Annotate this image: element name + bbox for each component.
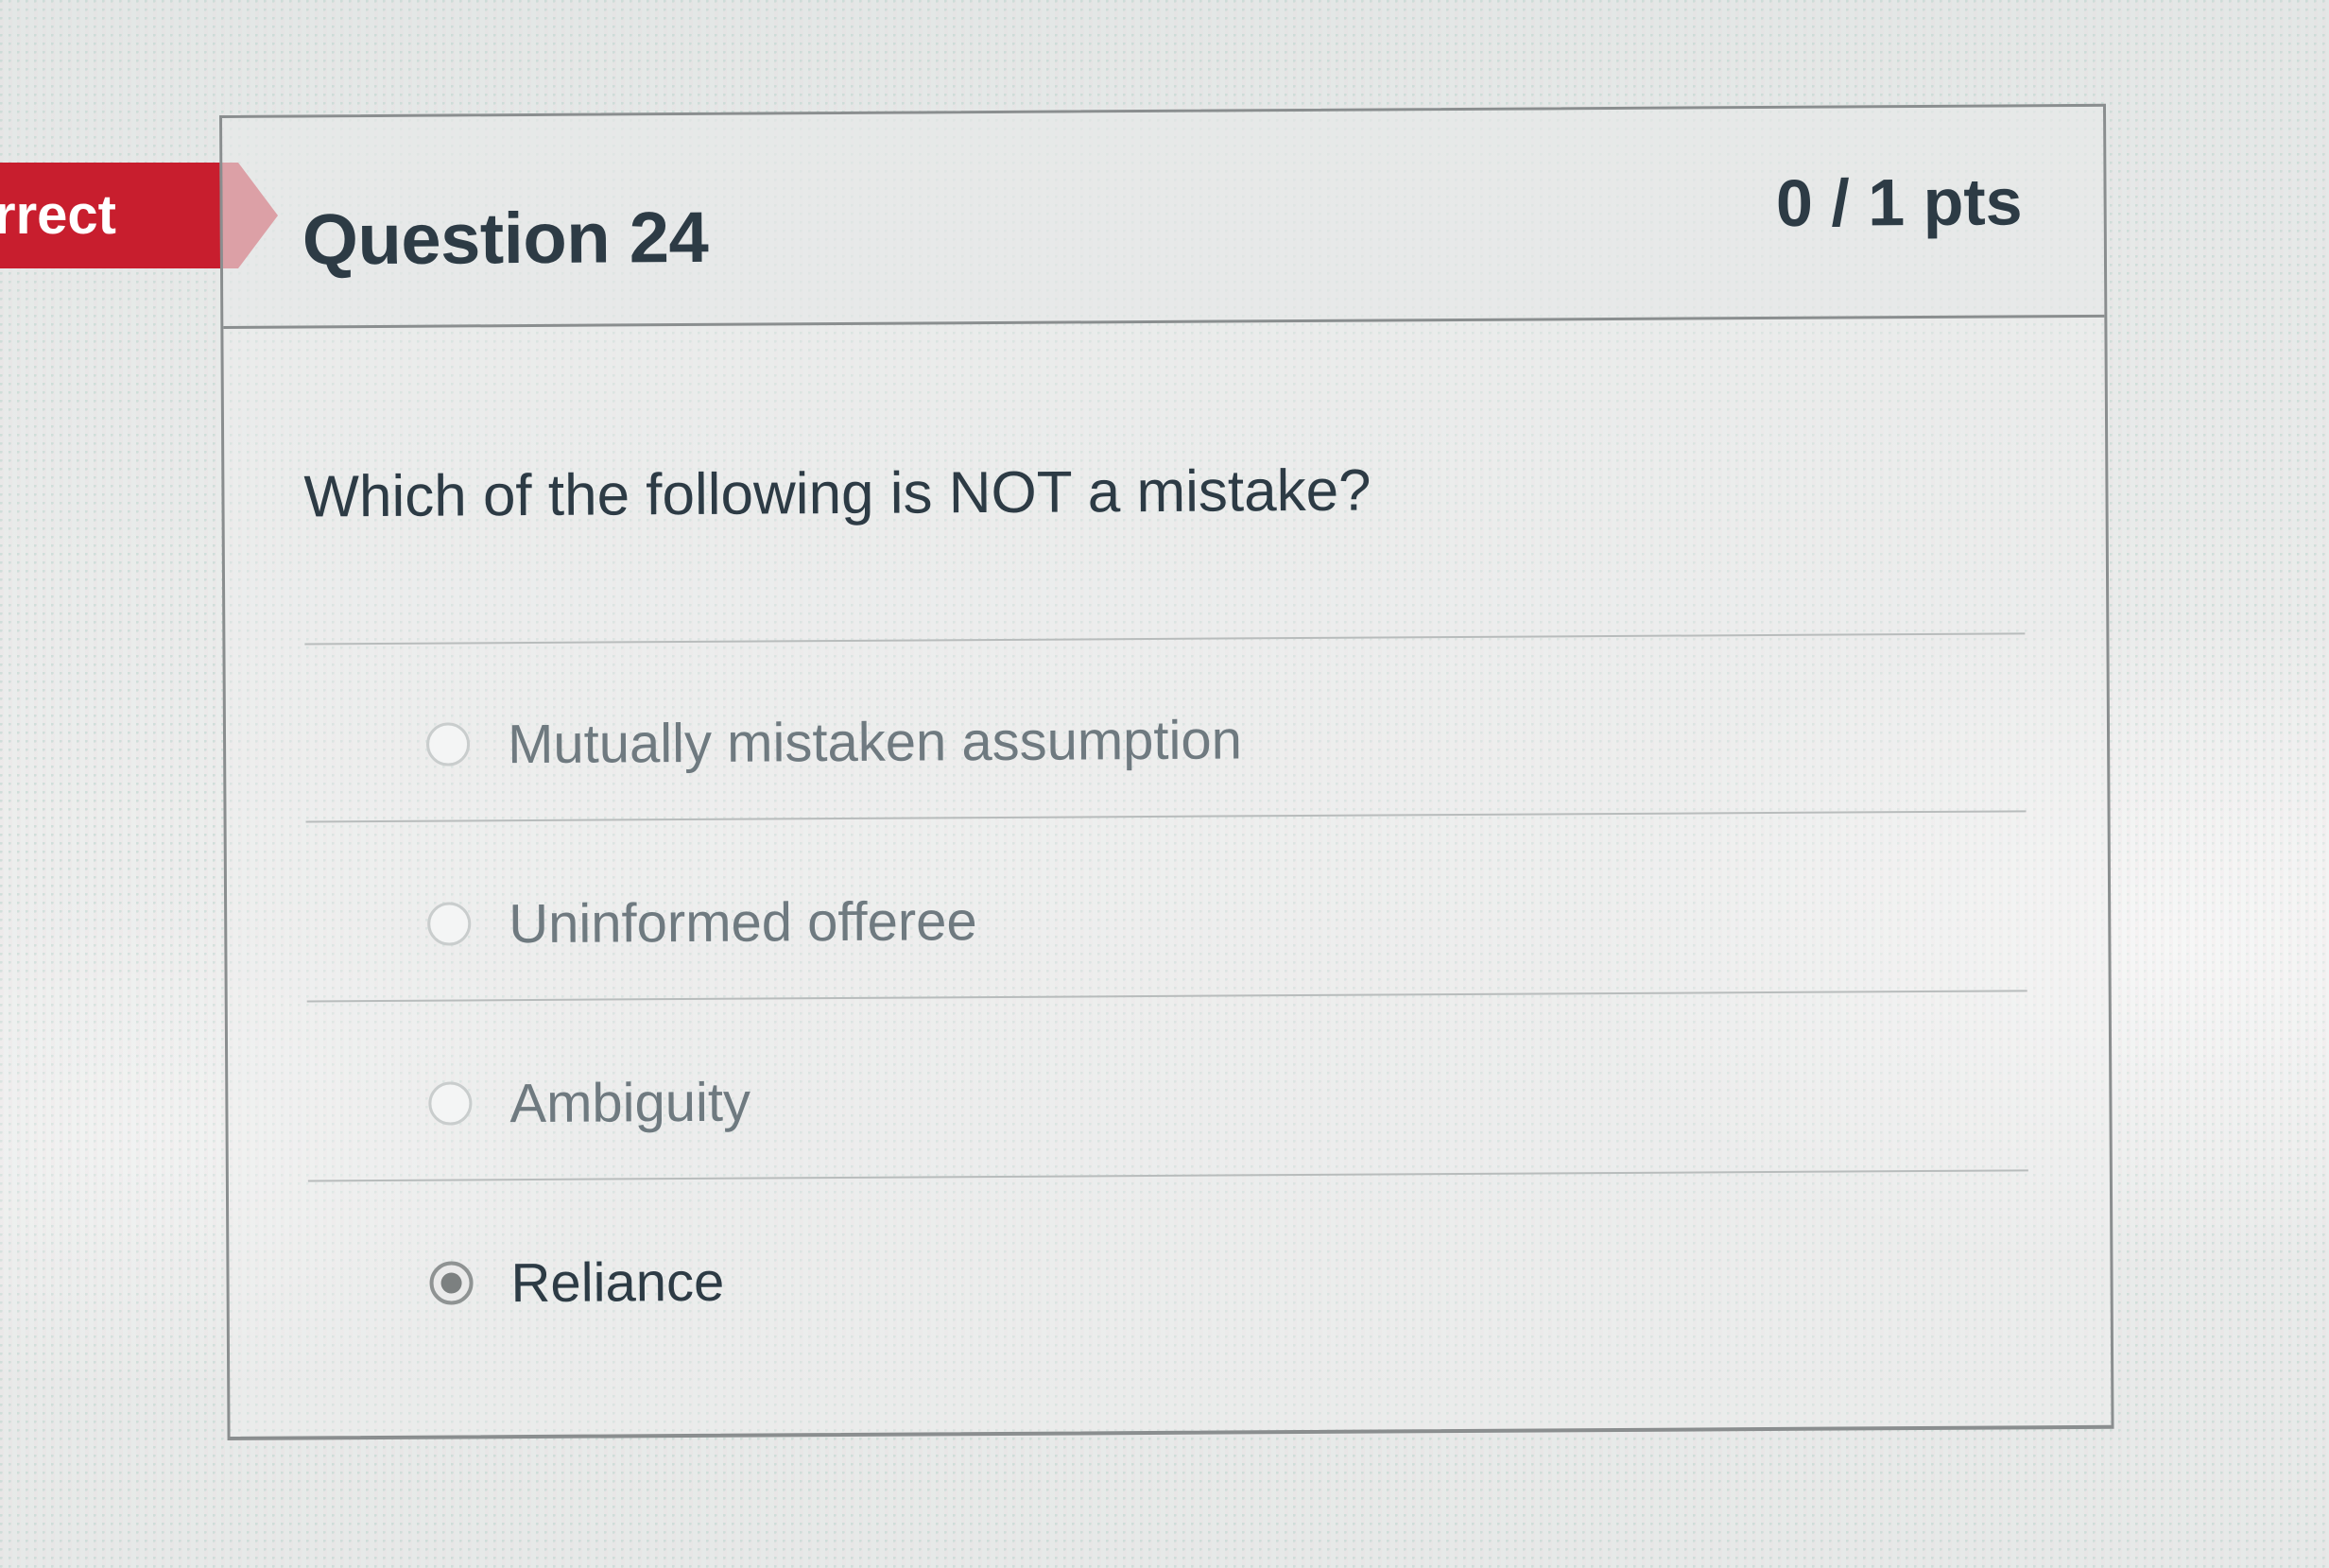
radio-button-selected[interactable]	[429, 1261, 474, 1305]
answer-label: Ambiguity	[509, 1071, 751, 1134]
answer-option-selected[interactable]: Reliance	[429, 1244, 724, 1321]
question-text: Which of the following is NOT a mistake?	[303, 457, 1372, 530]
answer-divider	[304, 632, 2026, 646]
answer-option[interactable]: Ambiguity	[428, 1064, 750, 1142]
answer-label: Uninformed offeree	[509, 889, 977, 955]
question-points: 0 / 1 pts	[1775, 164, 2023, 240]
answer-divider	[305, 810, 2027, 823]
answer-divider	[307, 1169, 2028, 1182]
answer-label: Mutually mistaken assumption	[507, 708, 1243, 775]
radio-button[interactable]	[427, 902, 472, 946]
answer-divider	[306, 990, 2027, 1003]
incorrect-badge-label: rrect	[0, 184, 116, 246]
answer-option[interactable]: Mutually mistaken assumption	[425, 701, 1243, 782]
answer-option[interactable]: Uninformed offeree	[427, 883, 977, 962]
question-title: Question 24	[302, 197, 709, 281]
radio-button[interactable]	[428, 1081, 473, 1126]
question-card: Question 24 0 / 1 pts Which of the follo…	[219, 103, 2114, 1440]
question-header: Question 24 0 / 1 pts	[222, 106, 2105, 329]
radio-button[interactable]	[425, 722, 471, 767]
answer-label: Reliance	[510, 1250, 725, 1314]
